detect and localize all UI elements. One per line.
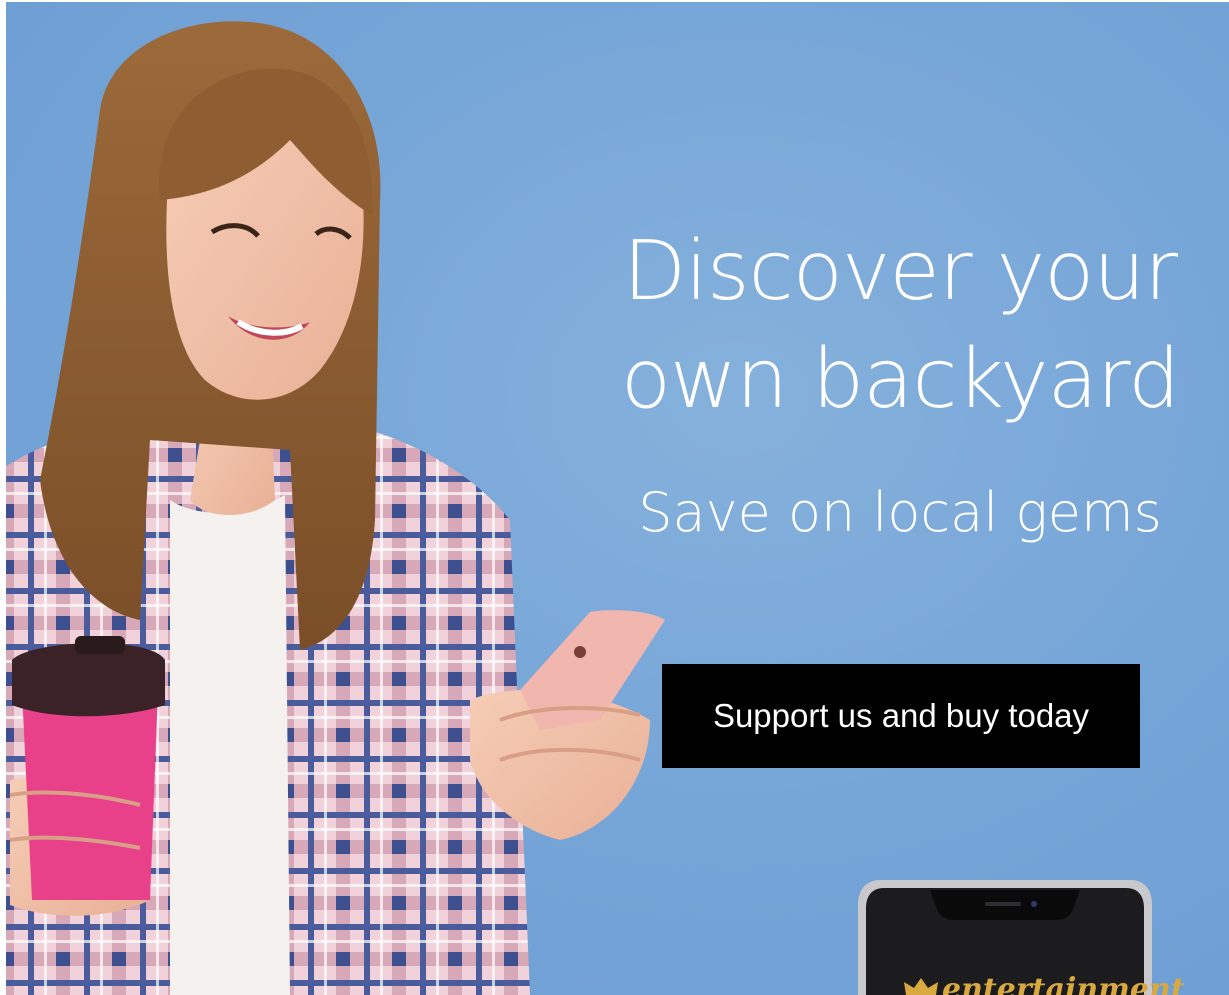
headline: Discover your own backyard — [560, 218, 1229, 434]
headline-line-2: own backyard — [620, 332, 1180, 427]
headline-line-1: Discover your — [622, 224, 1178, 319]
promo-banner: entertainment Discover your own backyard… — [0, 0, 1229, 995]
cup-lid — [12, 643, 165, 717]
white-tee — [170, 495, 290, 995]
support-buy-button[interactable]: Support us and buy today — [662, 664, 1140, 768]
subheadline: Save on local gems — [638, 481, 1162, 544]
